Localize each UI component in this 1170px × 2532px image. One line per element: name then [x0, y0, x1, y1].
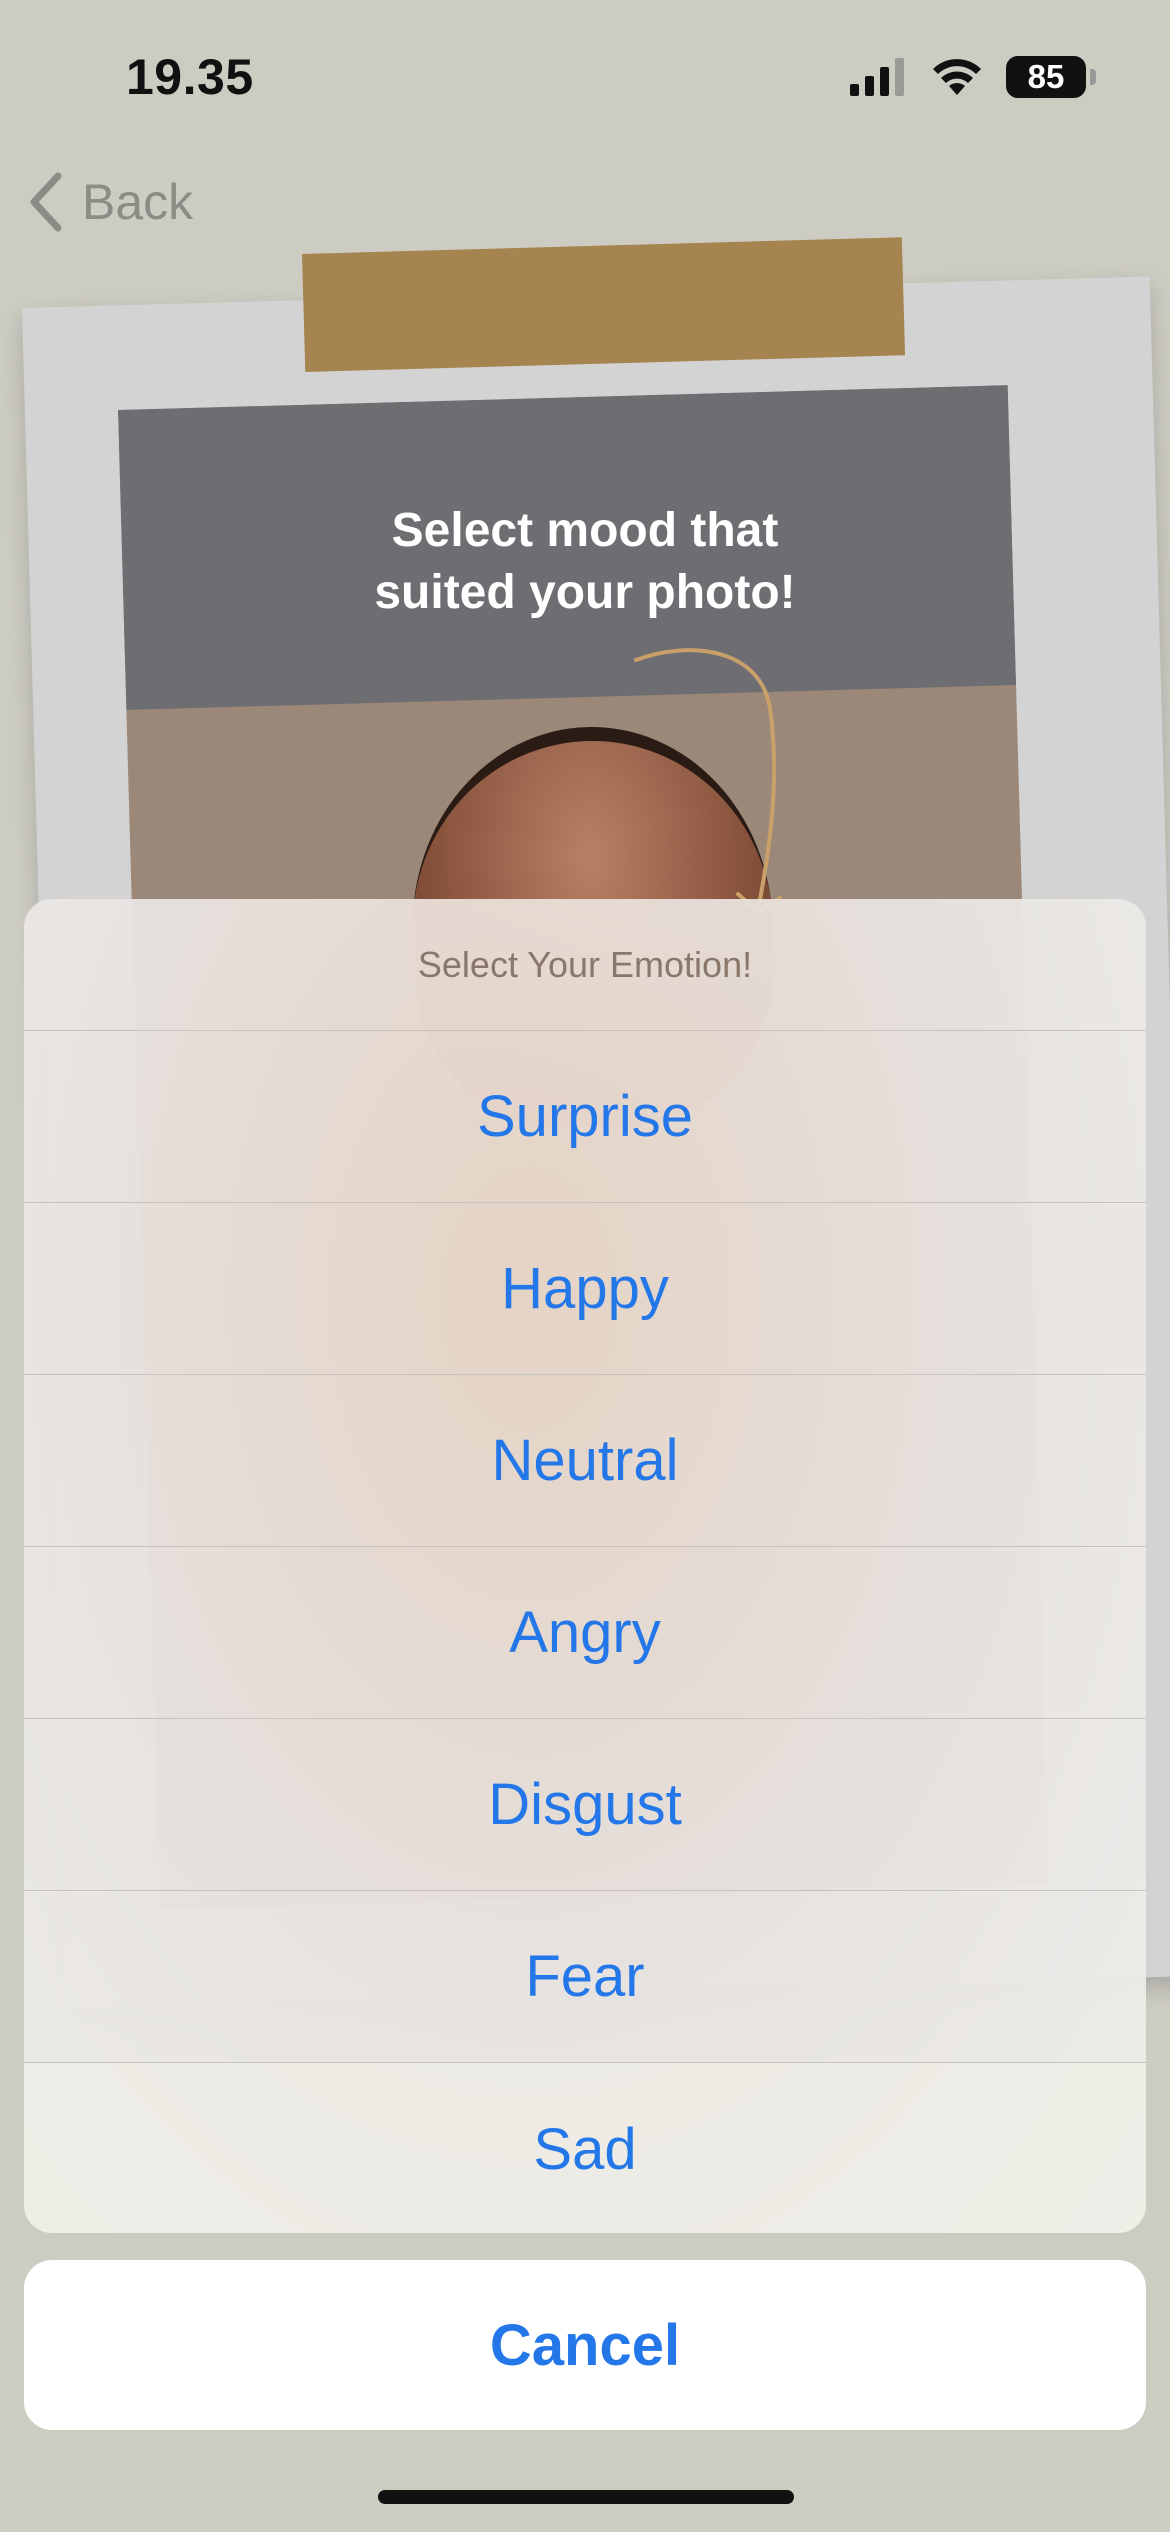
option-fear[interactable]: Fear — [24, 1891, 1146, 2063]
photo-instruction: Select mood that suited your photo! — [0, 500, 1170, 624]
screen: 19.35 85 Back Select mood that suited yo… — [0, 0, 1170, 2532]
battery-level: 85 — [1027, 58, 1065, 95]
tape-decoration — [302, 237, 906, 372]
emotion-action-sheet: Select Your Emotion! Surprise Happy Neut… — [24, 899, 1146, 2233]
option-neutral[interactable]: Neutral — [24, 1375, 1146, 1547]
option-disgust[interactable]: Disgust — [24, 1719, 1146, 1891]
home-indicator[interactable] — [378, 2490, 794, 2504]
cellular-signal-icon — [850, 58, 904, 96]
chevron-left-icon — [30, 172, 62, 232]
battery-icon: 85 — [1006, 56, 1096, 98]
option-angry[interactable]: Angry — [24, 1547, 1146, 1719]
photo-instruction-line2: suited your photo! — [374, 566, 796, 619]
wifi-icon — [933, 59, 981, 95]
curved-arrow-icon — [634, 648, 782, 914]
cancel-button[interactable]: Cancel — [24, 2260, 1146, 2430]
status-icons: 85 — [850, 56, 1096, 98]
status-time: 19.35 — [126, 49, 254, 105]
option-happy[interactable]: Happy — [24, 1203, 1146, 1375]
option-sad[interactable]: Sad — [24, 2063, 1146, 2233]
option-surprise[interactable]: Surprise — [24, 1031, 1146, 1203]
back-label: Back — [82, 174, 194, 230]
back-button[interactable]: Back — [28, 172, 193, 232]
action-sheet-title: Select Your Emotion! — [24, 899, 1146, 1031]
photo-instruction-line1: Select mood that — [391, 504, 779, 557]
